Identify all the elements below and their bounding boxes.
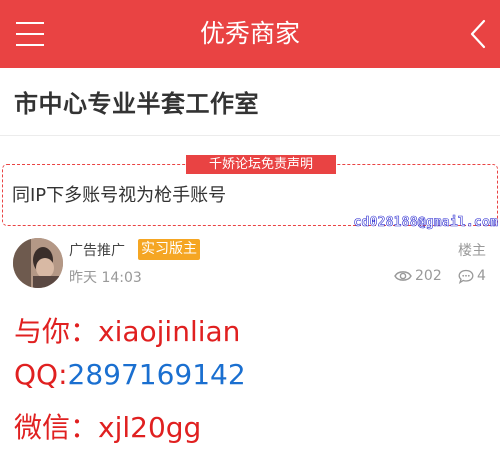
qq-number[interactable]: 2897169142 — [68, 358, 246, 391]
content-line-qq: QQ:2897169142 — [14, 358, 246, 391]
qq-label: QQ: — [14, 358, 68, 391]
page-title: 优秀商家 — [199, 19, 300, 48]
post-time: 昨天 14:03 — [69, 270, 142, 286]
back-icon[interactable] — [466, 18, 490, 50]
views-stat: 202 — [394, 266, 442, 286]
replies-stat: 4 — [458, 266, 486, 286]
disclaimer-title: 千娇论坛免责声明 — [186, 155, 336, 174]
comment-icon — [458, 269, 474, 284]
author-badge: 实习版主 — [138, 239, 200, 260]
content-line-wechat: 微信：xjl20gg — [14, 411, 202, 444]
divider — [0, 135, 500, 136]
watermark-text: cd028188@gmail.com — [353, 215, 498, 231]
content-line-contact: 与你：xiaojinlian — [14, 315, 241, 348]
eye-icon — [394, 271, 412, 281]
avatar[interactable] — [13, 238, 63, 288]
header-bar: 优秀商家 — [0, 0, 500, 68]
floor-label: 楼主 — [458, 243, 486, 259]
post-title: 市中心专业半套工作室 — [14, 90, 259, 118]
author-name[interactable]: 广告推广 — [69, 240, 125, 260]
replies-count: 4 — [477, 268, 486, 284]
views-count: 202 — [415, 268, 442, 284]
disclaimer-text: 同IP下多账号视为枪手账号 — [12, 185, 227, 206]
